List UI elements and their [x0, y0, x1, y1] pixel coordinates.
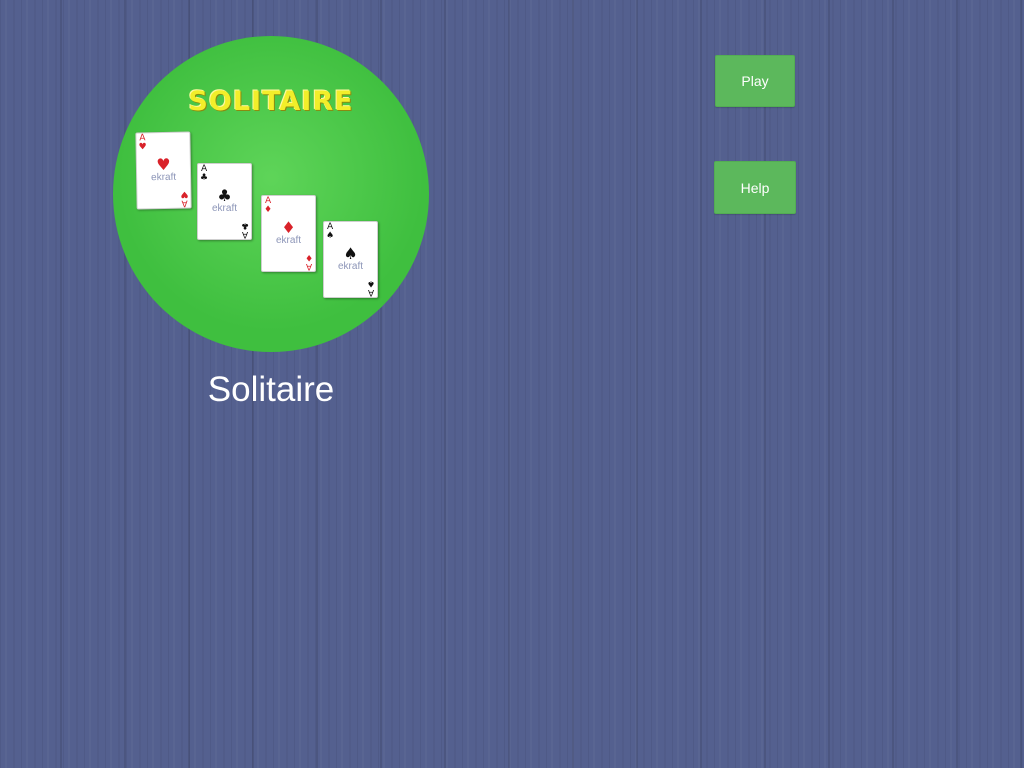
- spade-icon: ♠: [343, 244, 358, 263]
- ace-of-diamonds-card: A ♦ ♦ ekraft A ♦: [261, 195, 316, 272]
- game-name-label: Solitaire: [207, 370, 335, 409]
- ace-of-clubs-card: A ♣ ♣ ekraft A ♣: [197, 163, 252, 240]
- logo-title: SOLITAIRE: [188, 86, 354, 117]
- help-button[interactable]: Help: [714, 161, 796, 214]
- club-icon: ♣: [217, 186, 232, 205]
- ace-of-spades-card: A ♠ ♠ ekraft A ♠: [323, 221, 378, 298]
- play-button[interactable]: Play: [715, 55, 795, 107]
- diamond-icon: ♦: [281, 218, 296, 237]
- game-logo[interactable]: SOLITAIRE A ♥ ♥ ekraft A ♥ A ♣ ♣ ekraft A ♣ …: [113, 36, 429, 352]
- ace-of-hearts-card: A ♥ ♥ ekraft A ♥: [135, 131, 192, 210]
